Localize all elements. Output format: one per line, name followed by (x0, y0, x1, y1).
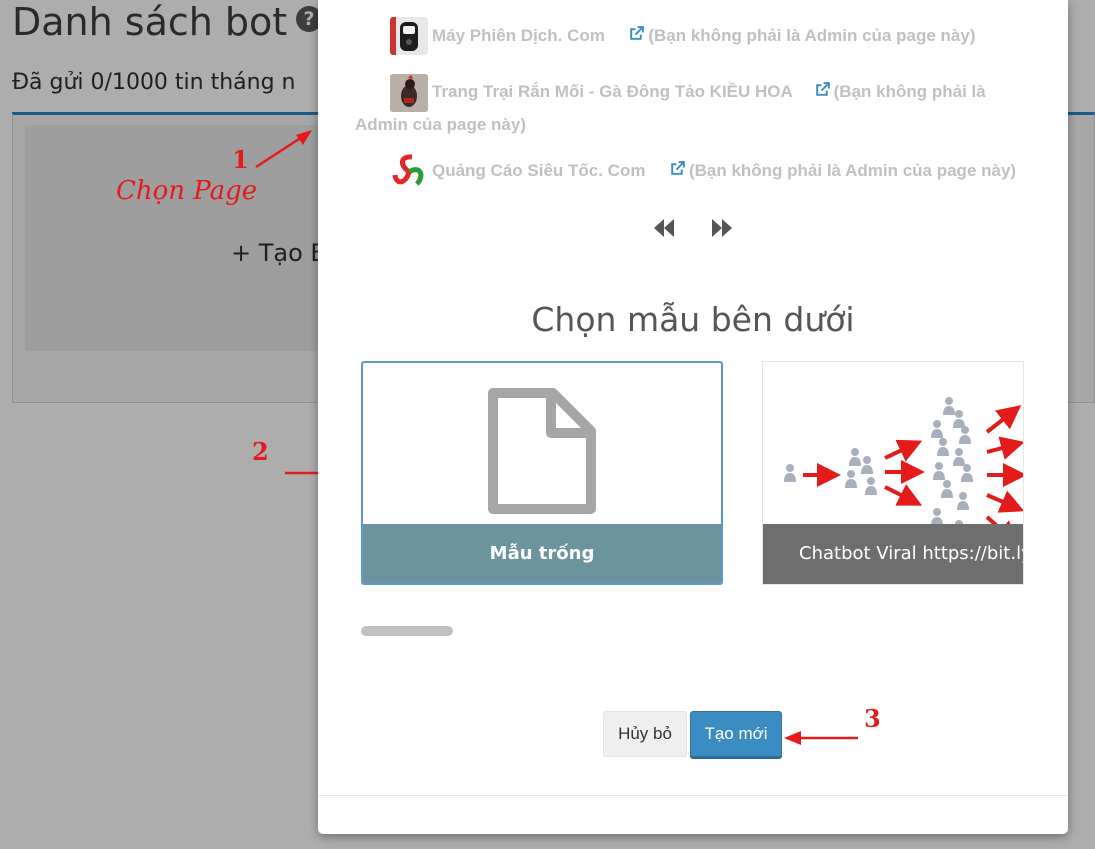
double-chevron-left-icon[interactable] (652, 216, 678, 240)
colorful-swirl-logo (390, 153, 428, 191)
external-link-icon[interactable] (628, 25, 645, 42)
choose-template-heading: Chọn mẫu bên dưới (531, 300, 855, 339)
page-name: Quảng Cáo Siêu Tốc. Com (432, 161, 646, 180)
modal-footer-divider (318, 795, 1068, 796)
page-name: Trang Trại Rắn Mối - Gà Đông Tảo KIỀU HO… (432, 82, 793, 101)
page-item[interactable]: Quảng Cáo Siêu Tốc. Com (Bạn không phải … (432, 154, 1016, 187)
step-1-label: Chọn Page (116, 176, 258, 206)
blank-document-icon (488, 388, 596, 514)
create-bot-modal: Máy Phiên Dịch. Com (Bạn không phải là A… (318, 0, 1068, 834)
template-scrollbar[interactable] (361, 626, 453, 636)
external-link-icon[interactable] (814, 81, 831, 98)
template-label: Mẫu trống (363, 524, 721, 583)
rooster-avatar (390, 74, 428, 112)
external-link-icon[interactable] (669, 160, 686, 177)
page-item[interactable]: Trang Trại Rắn Mối - Gà Đông Tảo KIỀU HO… (432, 75, 986, 108)
viral-template-card[interactable]: Chatbot Viral https://bit.ly/ (762, 361, 1024, 585)
step-3-arrow (784, 731, 858, 745)
create-button[interactable]: Tạo mới (690, 711, 782, 757)
admin-note: (Bạn không phải là (833, 82, 986, 101)
step-1-number: 1 (232, 145, 249, 174)
admin-note: (Bạn không phải là Admin của page này) (688, 161, 1017, 180)
page-title: Danh sách bot (12, 0, 288, 44)
page-item[interactable]: Máy Phiên Dịch. Com (Bạn không phải là A… (432, 19, 975, 52)
step-1-arrow (255, 130, 312, 169)
cancel-button[interactable]: Hủy bỏ (603, 711, 687, 757)
step-2-number: 2 (252, 437, 269, 466)
page-name: Máy Phiên Dịch. Com (432, 26, 605, 45)
admin-note-continuation: Admin của page này) (355, 115, 526, 134)
message-quota-text: Đã gửi 0/1000 tin tháng n (12, 70, 296, 95)
admin-note: (Bạn không phải là Admin của page này) (648, 26, 976, 45)
step-3-number: 3 (864, 704, 881, 733)
translator-device-avatar (390, 17, 428, 55)
template-label: Chatbot Viral https://bit.ly/ (763, 524, 1023, 584)
double-chevron-right-icon[interactable] (708, 216, 734, 240)
blank-template-card[interactable]: Mẫu trống (361, 361, 723, 585)
